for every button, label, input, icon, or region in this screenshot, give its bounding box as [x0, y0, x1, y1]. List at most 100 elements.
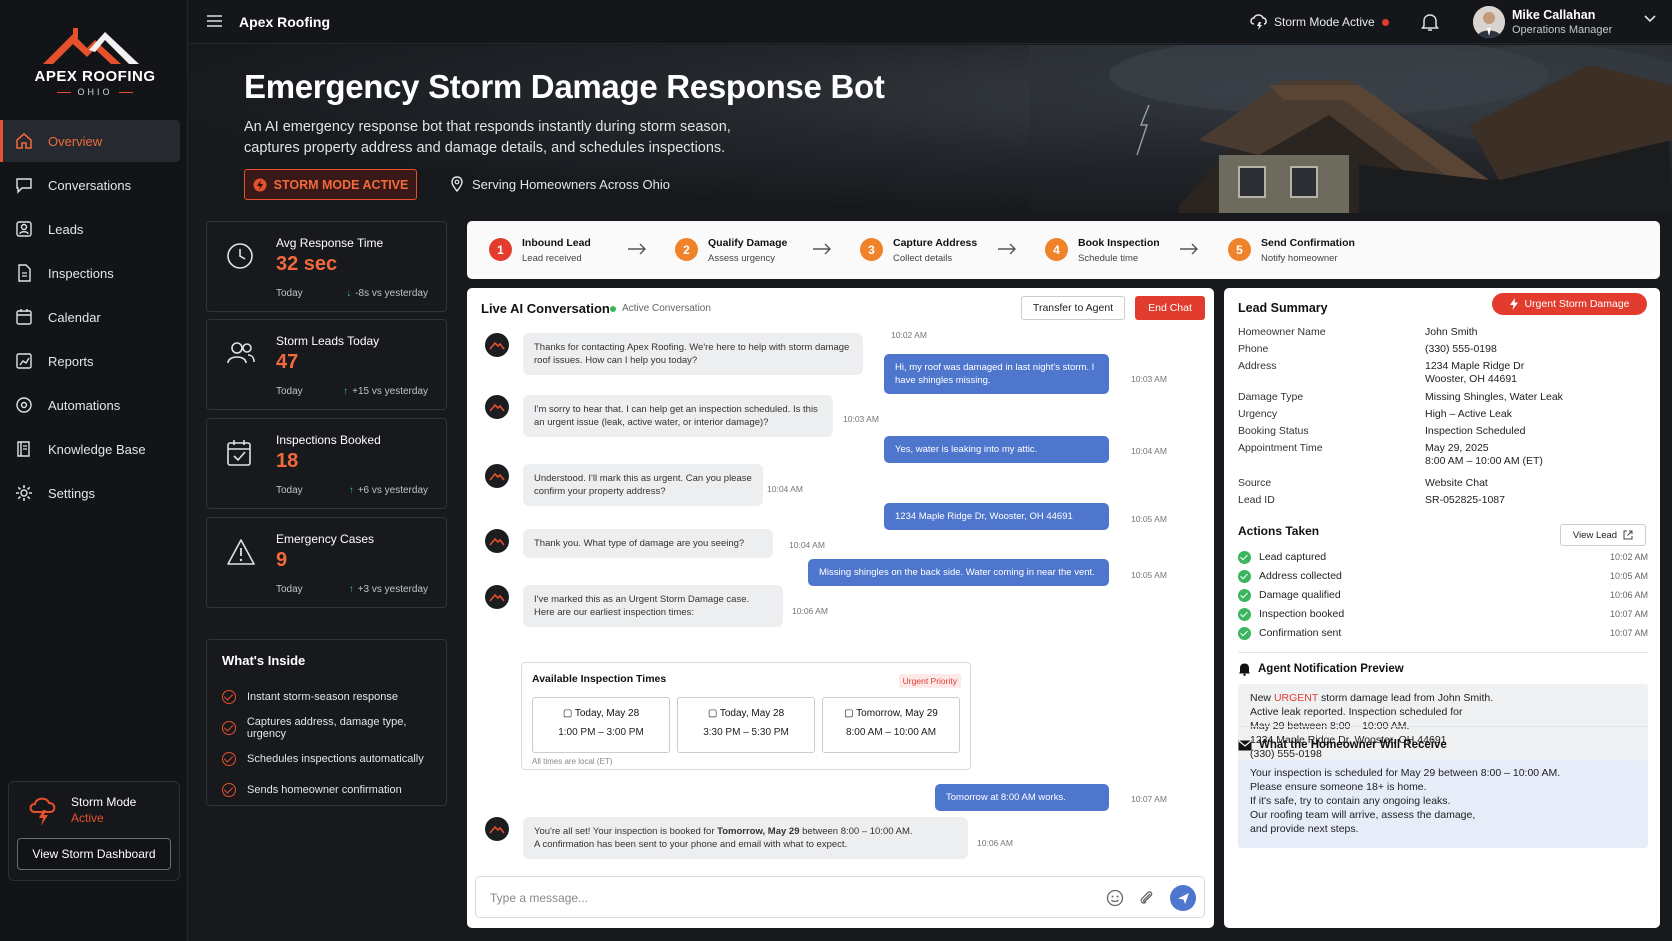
sidebar-item-leads[interactable]: Leads — [0, 208, 180, 250]
view-storm-dashboard-button[interactable]: View Storm Dashboard — [17, 838, 171, 870]
sidebar-item-calendar[interactable]: Calendar — [0, 296, 180, 338]
users-icon — [227, 342, 255, 364]
end-chat-button[interactable]: End Chat — [1135, 296, 1205, 320]
sidebar-item-label: Reports — [48, 353, 94, 369]
stat-avg-response[interactable]: Avg Response Time 32 sec Today ↓ -8s vs y… — [206, 221, 447, 312]
bot-message-text: Understood. I'll mark this as urgent. Ca… — [523, 464, 763, 506]
step-number: 3 — [860, 238, 883, 261]
arrow-up-icon: ↑ — [348, 485, 354, 496]
field-label: Homeowner Name — [1238, 326, 1326, 338]
lead-summary-title: Lead Summary — [1238, 301, 1328, 315]
home-icon — [16, 133, 32, 149]
send-button[interactable] — [1170, 885, 1196, 911]
slot-hours: 3:30 PM – 5:30 PM — [703, 727, 789, 738]
hero-title: Emergency Storm Damage Response Bot — [244, 68, 885, 105]
envelope-icon — [1238, 740, 1252, 750]
service-area: Serving Homeowners Across Ohio — [451, 176, 670, 192]
stat-label: Avg Response Time — [276, 236, 384, 250]
urgent-priority-badge: Urgent Priority — [898, 674, 961, 688]
calendar-check-icon — [227, 440, 251, 466]
bot-avatar — [485, 395, 509, 419]
step-number: 2 — [675, 238, 698, 261]
check-circle-icon — [222, 751, 236, 766]
inspection-slot[interactable]: ▢ Today, May 28 3:30 PM – 5:30 PM — [677, 697, 815, 753]
sidebar-item-knowledge-base[interactable]: Knowledge Base — [0, 428, 180, 470]
message-time: 10:06 AM — [977, 838, 1013, 848]
step-number: 1 — [489, 238, 512, 261]
sidebar-item-inspections[interactable]: Inspections — [0, 252, 180, 294]
list-item: Captures address, damage type, urgency — [222, 712, 446, 743]
inspection-times-card: Available Inspection Times Urgent Priori… — [521, 662, 971, 770]
step-title: Send Confirmation — [1261, 237, 1355, 249]
action-time: 10:06 AM — [1609, 590, 1648, 600]
sidebar-item-label: Knowledge Base — [48, 441, 146, 457]
inspection-slot[interactable]: ▢ Tomorrow, May 29 8:00 AM – 10:00 AM — [822, 697, 960, 753]
field-label: Damage Type — [1238, 391, 1304, 403]
field-value: John Smith — [1425, 326, 1478, 338]
message-time: 10:03 AM — [843, 414, 879, 424]
storm-mode-indicator[interactable]: Storm Mode Active — [1249, 12, 1389, 32]
stat-emergency-cases[interactable]: Emergency Cases 9 Today ↑ +3 vs yesterday — [206, 517, 447, 608]
bell-icon[interactable] — [1421, 12, 1439, 32]
sidebar-item-reports[interactable]: Reports — [0, 340, 180, 382]
stat-label: Storm Leads Today — [276, 334, 380, 348]
sidebar-item-automations[interactable]: Automations — [0, 384, 180, 426]
view-lead-button[interactable]: View Lead — [1560, 524, 1646, 546]
check-circle-icon — [1238, 588, 1251, 602]
roof-logo-icon — [489, 537, 505, 546]
message-time: 10:06 AM — [792, 606, 828, 616]
step-sub: Notify homeowner — [1261, 253, 1338, 264]
pipeline-step-qualify-damage: 2 Qualify Damage Assess urgency — [675, 237, 787, 264]
sidebar-item-label: Calendar — [48, 309, 101, 325]
message-input[interactable] — [490, 888, 1050, 908]
field-label: Booking Status — [1238, 425, 1309, 437]
sidebar-item-label: Leads — [48, 221, 84, 237]
action-time: 10:07 AM — [1609, 609, 1648, 619]
stat-period: Today — [276, 386, 303, 397]
step-sub: Collect details — [893, 253, 953, 264]
stat-storm-leads[interactable]: Storm Leads Today 47 Today ↑ +15 vs yeste… — [206, 319, 447, 410]
menu-icon[interactable] — [206, 14, 223, 28]
calendar-icon — [16, 309, 32, 325]
roof-logo-icon — [489, 341, 505, 350]
sidebar-item-settings[interactable]: Settings — [0, 472, 180, 514]
paperclip-icon[interactable] — [1138, 889, 1156, 907]
agent-notification-title: Agent Notification Preview — [1258, 663, 1404, 675]
apex-logo[interactable]: APEX ROOFING OHIO — [20, 22, 170, 102]
field-label: Lead ID — [1238, 494, 1275, 506]
transfer-to-agent-button[interactable]: Transfer to Agent — [1021, 296, 1125, 320]
avatar[interactable] — [1473, 6, 1505, 38]
stat-period: Today — [276, 288, 303, 299]
stat-label: Inspections Booked — [276, 433, 381, 447]
chevron-down-icon[interactable] — [1643, 14, 1657, 24]
sidebar-item-label: Conversations — [48, 177, 132, 193]
document-icon — [18, 264, 31, 282]
emoji-icon[interactable] — [1106, 889, 1124, 907]
action-item: Address collected 10:05 AM — [1238, 567, 1648, 585]
arrow-right-icon — [998, 243, 1016, 255]
step-sub: Lead received — [522, 253, 582, 264]
check-circle-icon — [1238, 626, 1251, 640]
inspection-times-title: Available Inspection Times — [532, 673, 667, 685]
field-value: SR-052825-1087 — [1425, 494, 1505, 506]
field-value: 1234 Maple Ridge Dr Wooster, OH 44691 — [1425, 360, 1524, 386]
message-time: 10:04 AM — [767, 484, 803, 494]
inspection-slot[interactable]: ▢ Today, May 28 1:00 PM – 3:00 PM — [532, 697, 670, 753]
bot-message: I've marked this as an Urgent Storm Dama… — [485, 585, 783, 627]
stat-inspections-booked[interactable]: Inspections Booked 18 Today ↑ +6 vs yeste… — [206, 418, 447, 509]
sidebar-item-overview[interactable]: Overview — [0, 120, 180, 162]
stat-delta-label: -8s vs yesterday — [355, 288, 428, 299]
gear-icon — [16, 485, 32, 501]
message-time: 10:05 AM — [1131, 570, 1167, 580]
stat-delta: ↑ +6 vs yesterday — [349, 485, 428, 496]
confirmation-text-start: You're all set! Your inspection is booke… — [534, 826, 718, 837]
send-icon — [1177, 892, 1189, 904]
sidebar-item-conversations[interactable]: Conversations — [0, 164, 180, 206]
storm-mode-active-button[interactable]: STORM MODE ACTIVE — [244, 169, 417, 200]
action-label: Lead captured — [1259, 551, 1327, 563]
user-message: Yes, water is leaking into my attic. — [884, 436, 1109, 463]
storm-status-dot — [1381, 18, 1389, 26]
external-link-icon — [1623, 530, 1633, 540]
receive-line: Your inspection is scheduled for May 29 … — [1250, 767, 1561, 779]
pipeline-step-send-confirmation: 5 Send Confirmation Notify homeowner — [1228, 237, 1355, 264]
